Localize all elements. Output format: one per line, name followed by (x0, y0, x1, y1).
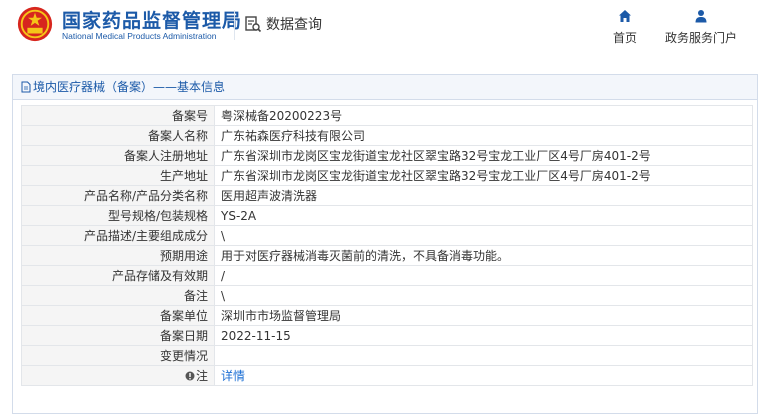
detail-table: 备案号 粤深械备20200223号 备案人名称 广东祐森医疗科技有限公司 备案人… (21, 105, 753, 386)
table-row: 备案号 粤深械备20200223号 (21, 105, 753, 126)
user-icon (695, 10, 707, 23)
table-row: 预期用途 用于对医疗器械消毒灭菌前的清洗，不具备消毒功能。 (21, 245, 753, 266)
row-value: \ (214, 225, 753, 246)
table-row: 产品名称/产品分类名称 医用超声波清洗器 (21, 185, 753, 206)
table-row: 注 详情 (21, 365, 753, 386)
row-label: 备注 (21, 285, 215, 306)
row-label: 备案人注册地址 (21, 145, 215, 166)
row-label: 产品存储及有效期 (21, 265, 215, 286)
panel-title-text: 境内医疗器械（备案）——基本信息 (33, 80, 226, 94)
document-icon (21, 81, 31, 93)
note-label: 注 (195, 369, 208, 383)
row-value: 深圳市市场监督管理局 (214, 305, 753, 326)
table-row: 型号规格/包装规格 YS-2A (21, 205, 753, 226)
nav-portal-label: 政务服务门户 (664, 31, 737, 45)
detail-panel: 境内医疗器械（备案）——基本信息 备案号 粤深械备20200223号 备案人名称… (12, 74, 758, 414)
national-emblem-icon (17, 6, 53, 42)
row-value: 广东省深圳市龙岗区宝龙街道宝龙社区翠宝路32号宝龙工业厂区4号厂房401-2号 (214, 165, 753, 186)
row-value: YS-2A (214, 205, 753, 226)
row-value: / (214, 265, 753, 286)
nav-home-label: 首页 (612, 31, 637, 45)
header-divider (234, 10, 235, 40)
nav-service-portal[interactable]: 政务服务门户 (661, 9, 741, 46)
note-value-cell: 详情 (214, 365, 753, 386)
search-document-icon (245, 16, 262, 33)
table-row: 备案单位 深圳市市场监督管理局 (21, 305, 753, 326)
row-label: 型号规格/包装规格 (21, 205, 215, 226)
brand-subtitle: National Medical Products Administration (62, 31, 217, 41)
row-label: 备案日期 (21, 325, 215, 346)
brand-title: 国家药品监督管理局 (62, 10, 243, 32)
data-query-link[interactable]: 数据查询 (244, 14, 322, 34)
table-row: 产品存储及有效期 / (21, 265, 753, 286)
row-label: 预期用途 (21, 245, 215, 266)
table-row: 备案人名称 广东祐森医疗科技有限公司 (21, 125, 753, 146)
row-label: 变更情况 (21, 345, 215, 366)
note-icon (185, 371, 195, 381)
row-value: 医用超声波清洗器 (214, 185, 753, 206)
row-value: 用于对医疗器械消毒灭菌前的清洗，不具备消毒功能。 (214, 245, 753, 266)
row-value: 广东省深圳市龙岗区宝龙街道宝龙社区翠宝路32号宝龙工业厂区4号厂房401-2号 (214, 145, 753, 166)
row-value: 2022-11-15 (214, 325, 753, 346)
row-value: 广东祐森医疗科技有限公司 (214, 125, 753, 146)
row-value: \ (214, 285, 753, 306)
table-row: 产品描述/主要组成成分 \ (21, 225, 753, 246)
row-value (214, 345, 753, 366)
row-label: 备案单位 (21, 305, 215, 326)
row-label: 生产地址 (21, 165, 215, 186)
panel-title: 境内医疗器械（备案）——基本信息 (13, 75, 757, 100)
table-row: 生产地址 广东省深圳市龙岗区宝龙街道宝龙社区翠宝路32号宝龙工业厂区4号厂房40… (21, 165, 753, 186)
note-label-cell: 注 (21, 365, 215, 386)
site-header: 国家药品监督管理局 National Medical Products Admi… (0, 0, 758, 60)
row-label: 产品名称/产品分类名称 (21, 185, 215, 206)
table-row: 变更情况 (21, 345, 753, 366)
table-row: 备案日期 2022-11-15 (21, 325, 753, 346)
details-link[interactable]: 详情 (221, 369, 245, 383)
nav-home[interactable]: 首页 (611, 9, 639, 46)
row-value: 粤深械备20200223号 (214, 105, 753, 126)
home-icon (619, 10, 631, 22)
table-row: 备注 \ (21, 285, 753, 306)
row-label: 备案号 (21, 105, 215, 126)
data-query-label: 数据查询 (266, 17, 322, 33)
row-label: 备案人名称 (21, 125, 215, 146)
row-label: 产品描述/主要组成成分 (21, 225, 215, 246)
table-row: 备案人注册地址 广东省深圳市龙岗区宝龙街道宝龙社区翠宝路32号宝龙工业厂区4号厂… (21, 145, 753, 166)
